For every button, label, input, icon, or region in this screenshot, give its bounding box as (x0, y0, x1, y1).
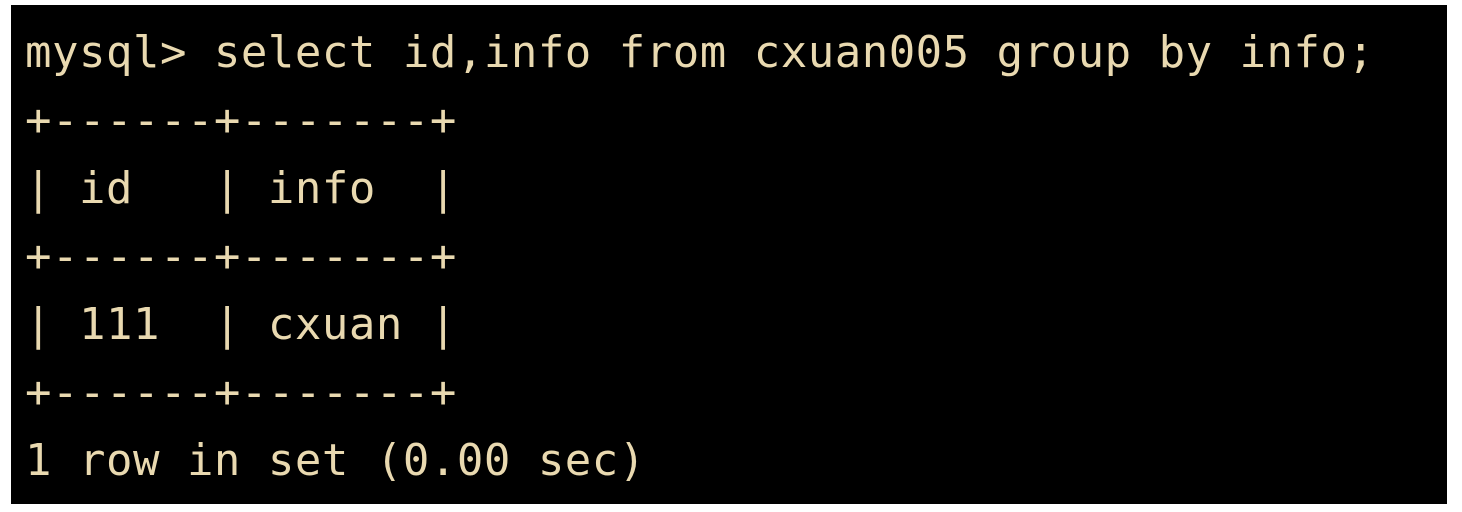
table-border-middle: +------+-------+ (25, 231, 457, 282)
table-border-bottom: +------+-------+ (25, 367, 457, 418)
table-border-top: +------+-------+ (25, 95, 457, 146)
table-row: | 111 | cxuan | (25, 299, 457, 350)
prompt-command-line: mysql> select id,info from cxuan005 grou… (25, 27, 1375, 78)
result-summary: 1 row in set (0.00 sec) (25, 435, 646, 486)
table-header-row: | id | info | (25, 163, 457, 214)
terminal-window[interactable]: mysql> select id,info from cxuan005 grou… (11, 5, 1447, 504)
